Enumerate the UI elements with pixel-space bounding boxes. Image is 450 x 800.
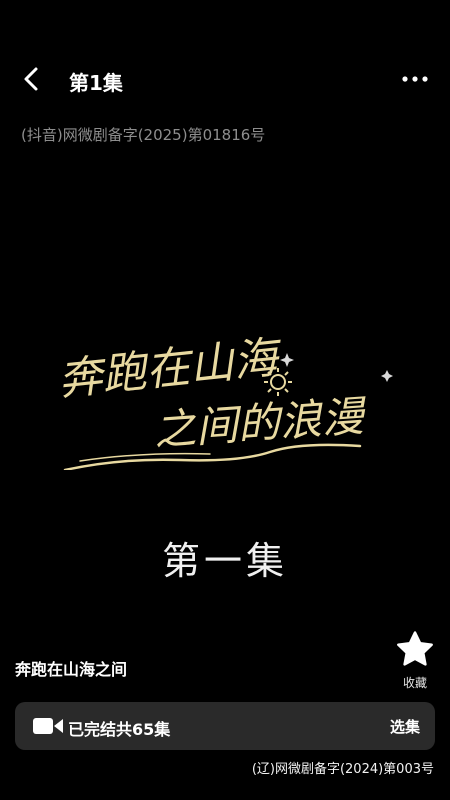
video-camera-icon <box>33 718 63 734</box>
series-bar[interactable]: 已完结共65集 选集 <box>15 702 435 750</box>
episode-title-card: 第一集 <box>161 539 288 583</box>
star-icon <box>397 631 433 666</box>
title-art-line1: 奔跑在山海 <box>60 332 286 406</box>
back-button[interactable] <box>16 64 46 94</box>
favorite-label: 收藏 <box>402 676 427 690</box>
license-number-top: (抖音)网微剧备字(2025)第01816号 <box>21 126 266 144</box>
title-art-logo: 奔跑在山海 之间的浪漫 <box>60 332 393 470</box>
video-player[interactable]: 奔跑在山海 之间的浪漫 第一集 <box>0 300 450 600</box>
more-button[interactable] <box>400 68 430 90</box>
drama-name[interactable]: 奔跑在山海之间 <box>15 656 127 680</box>
episode-title: 第1集 <box>69 71 123 95</box>
top-bar: 第1集 <box>0 52 450 108</box>
sparkle-icon <box>381 370 393 382</box>
series-status: 已完结共65集 <box>68 720 171 739</box>
more-horizontal-icon <box>402 76 428 82</box>
select-episode-button[interactable]: 选集 <box>390 716 420 737</box>
chevron-left-icon <box>24 67 38 91</box>
favorite-button[interactable]: 收藏 <box>393 630 437 690</box>
sparkle-icon <box>280 353 294 367</box>
license-number-bottom: (辽)网微剧备字(2024)第003号 <box>251 762 434 777</box>
